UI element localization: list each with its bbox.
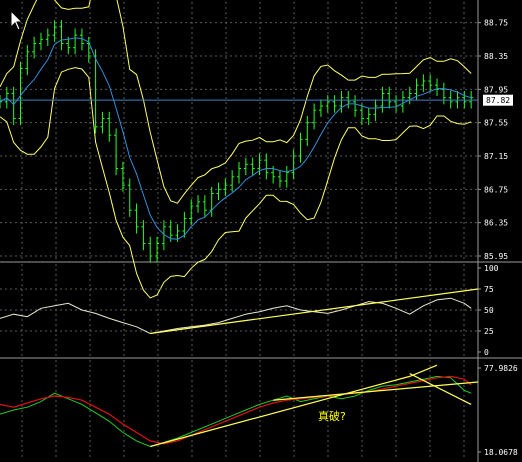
rsi-panel[interactable]	[0, 288, 479, 335]
oscillator-fast-line	[0, 375, 472, 448]
price-tick-label: 88.35	[484, 52, 508, 61]
last-price-tag: 87.82	[483, 94, 513, 106]
mouse-cursor-icon	[10, 10, 24, 31]
osc-tick-label: 18.0678	[484, 448, 518, 457]
price-axis: 88.75 88.35 87.95 87.55 87.15 86.75 86.35 85.95	[478, 19, 508, 261]
osc-rising-trendline-ext	[409, 364, 438, 377]
oscillator-lines	[0, 375, 472, 448]
rsi-axis: 100 75 50 25 0	[478, 264, 499, 357]
moving-average-line	[0, 37, 472, 240]
osc-tick-label: 77.9826	[484, 364, 518, 373]
price-tick-label: 85.95	[484, 252, 508, 261]
rsi-tick-label: 25	[484, 327, 494, 336]
price-tick-label: 87.15	[484, 152, 508, 161]
bollinger-lower	[0, 67, 472, 299]
oscillator-slow-line	[0, 375, 472, 445]
price-tick-label: 87.55	[484, 119, 508, 128]
rsi-support-trendline	[150, 288, 479, 335]
rsi-tick-label: 50	[484, 306, 494, 315]
oscillator-panel[interactable]: 真破?	[0, 364, 479, 448]
price-tick-label: 86.35	[484, 219, 508, 228]
rsi-trendline	[150, 288, 479, 335]
panel-separators	[0, 0, 522, 462]
rsi-level-lines	[0, 288, 478, 332]
bollinger-upper	[0, 0, 472, 204]
rsi-tick-label: 100	[484, 264, 499, 273]
oscillator-trendlines	[150, 364, 479, 448]
oscillator-axis: 77.9826 18.0678	[478, 364, 518, 457]
price-panel[interactable]	[0, 0, 478, 299]
osc-rising-trendline	[150, 375, 410, 448]
price-tick-label: 87.95	[484, 85, 508, 94]
rsi-path	[0, 297, 472, 335]
bollinger-bands	[0, 0, 472, 299]
last-price-label: 87.82	[486, 96, 510, 105]
price-bars	[0, 20, 474, 263]
rsi-tick-label: 75	[484, 285, 494, 294]
rsi-tick-label: 0	[484, 348, 489, 357]
osc-second-trendline	[273, 381, 479, 401]
price-tick-label: 88.75	[484, 19, 508, 28]
rsi-line	[0, 297, 472, 335]
moving-average-path	[0, 37, 472, 240]
breakout-annotation: 真破?	[318, 409, 346, 423]
chart-area[interactable]: 88.75 88.35 87.95 87.55 87.15 86.75 86.35 85.95…	[0, 0, 522, 462]
price-tick-label: 86.75	[484, 185, 508, 194]
